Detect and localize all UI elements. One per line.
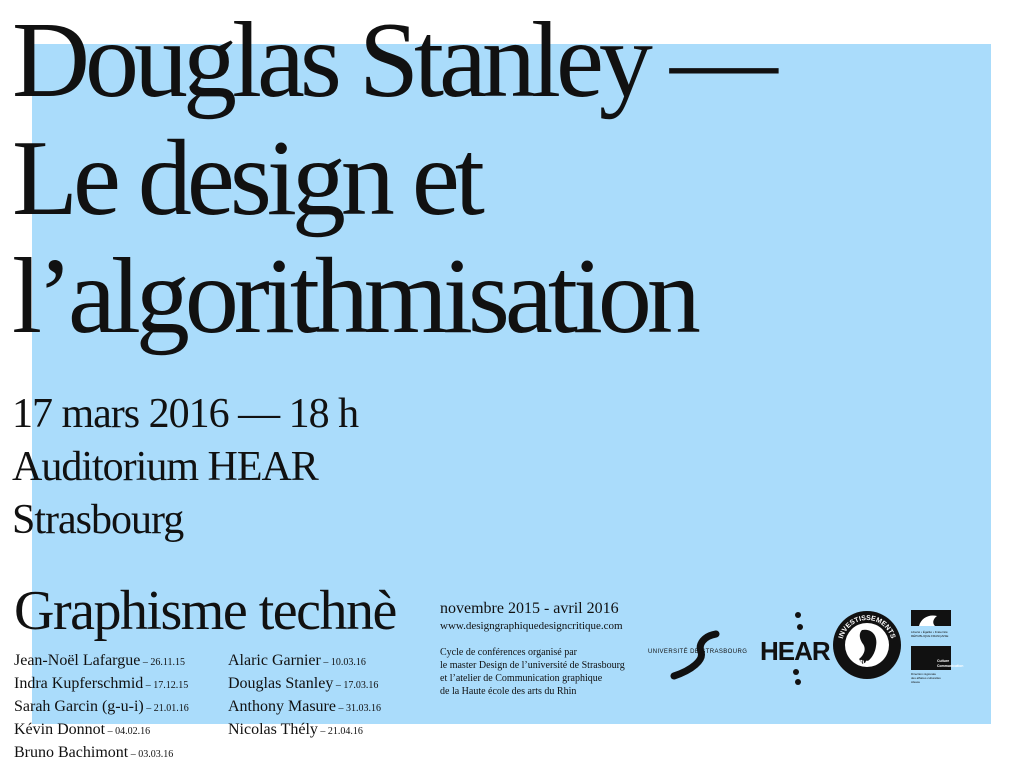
organizer-line: le master Design de l’université de Stra…: [440, 660, 625, 671]
speaker-date: – 26.11.15: [140, 657, 185, 668]
culture-communication-logo: Culture Communication Direction régional…: [911, 646, 963, 686]
speaker-item: Alaric Garnier – 10.03.16: [228, 650, 381, 673]
speaker-item: Anthony Masure – 31.03.16: [228, 696, 381, 719]
speaker-item: Nicolas Thély – 21.04.16: [228, 719, 381, 742]
speaker-item: Douglas Stanley – 17.03.16: [228, 673, 381, 696]
speaker-name: Anthony Masure: [228, 698, 336, 715]
website-link: www.designgraphiquedesigncritique.com: [440, 620, 623, 632]
event-info: 17 mars 2016 — 18 h Auditorium HEAR Stra…: [12, 388, 359, 547]
republique-francaise-logo: Liberté • Égalité • Fraternité RÉPUBLIQU…: [911, 610, 951, 640]
speaker-name: Nicolas Thély: [228, 721, 318, 738]
speaker-date: – 03.03.16: [128, 749, 174, 760]
speaker-item: Kévin Donnot – 04.02.16: [14, 719, 189, 742]
universite-strasbourg-logo: UNIVERSITÉ DE STRASBOURG: [648, 630, 748, 680]
drac-text: Direction régionale des affaires culture…: [911, 672, 941, 684]
speaker-name: Alaric Garnier: [228, 652, 321, 669]
event-venue: Auditorium HEAR: [12, 444, 319, 490]
speaker-item: Jean-Noël Lafargue – 26.11.15: [14, 650, 189, 673]
speaker-name: Kévin Donnot: [14, 721, 106, 738]
speaker-column-1: Jean-Noël Lafargue – 26.11.15 Indra Kupf…: [14, 650, 189, 765]
title-line-2: Le design et: [12, 119, 485, 238]
event-date: 17 mars 2016 — 18 h: [12, 391, 359, 437]
unistra-swoosh-icon: [670, 630, 720, 680]
investissements-avenir-logo: INVESTISSEMENTS D'AVENIR: [832, 604, 902, 686]
culture-communication-box: Culture Communication: [911, 646, 963, 670]
organizer-text: Cycle de conférences organisé par le mas…: [440, 646, 625, 698]
poster-title: Douglas Stanley — Le design et l’algorit…: [12, 2, 972, 356]
rf-text: Liberté • Égalité • Fraternité RÉPUBLIQU…: [911, 630, 951, 638]
speaker-name: Douglas Stanley: [228, 675, 334, 692]
speaker-name: Sarah Garcin (g-u-i): [14, 698, 144, 715]
speaker-date: – 21.01.16: [143, 703, 189, 714]
speaker-name: Indra Kupferschmid: [14, 675, 144, 692]
investissements-avenir-seal-icon: INVESTISSEMENTS D'AVENIR: [833, 611, 901, 679]
speaker-name: Jean-Noël Lafargue: [14, 652, 141, 669]
drac-line: Alsace: [911, 680, 921, 684]
organizer-line: Cycle de conférences organisé par: [440, 647, 577, 658]
organizer-line: et l’atelier de Communication graphique: [440, 673, 603, 684]
speaker-name: Bruno Bachimont: [14, 744, 129, 761]
speaker-item: Bruno Bachimont – 03.03.16: [14, 742, 189, 765]
title-line-3: l’algorithmisation: [12, 237, 701, 356]
marianne-icon: [911, 610, 951, 626]
hear-label: HEAR: [760, 636, 831, 666]
speaker-date: – 10.03.16: [320, 657, 366, 668]
series-title: Graphisme technè: [14, 580, 397, 642]
speaker-date: – 04.02.16: [105, 726, 151, 737]
hear-logo: HEAR: [760, 610, 831, 686]
speaker-date: – 21.04.16: [317, 726, 363, 737]
speaker-date: – 31.03.16: [335, 703, 381, 714]
title-line-1: Douglas Stanley —: [12, 1, 778, 120]
rf-name: RÉPUBLIQUE FRANÇAISE: [911, 634, 949, 638]
speaker-date: – 17.12.15: [143, 680, 189, 691]
event-city: Strasbourg: [12, 497, 184, 543]
cycle-info: novembre 2015 - avril 2016 www.designgra…: [440, 600, 625, 698]
cc-line-2: Communication: [937, 664, 964, 668]
speaker-date: – 17.03.16: [333, 680, 379, 691]
speaker-column-2: Alaric Garnier – 10.03.16 Douglas Stanle…: [228, 650, 381, 742]
organizer-line: de la Haute école des arts du Rhin: [440, 686, 577, 697]
unistra-label: UNIVERSITÉ DE STRASBOURG: [648, 649, 748, 655]
cycle-dates: novembre 2015 - avril 2016: [440, 600, 619, 617]
speaker-item: Indra Kupferschmid – 17.12.15: [14, 673, 189, 696]
speaker-item: Sarah Garcin (g-u-i) – 21.01.16: [14, 696, 189, 719]
cc-line-1: Culture: [937, 659, 950, 663]
